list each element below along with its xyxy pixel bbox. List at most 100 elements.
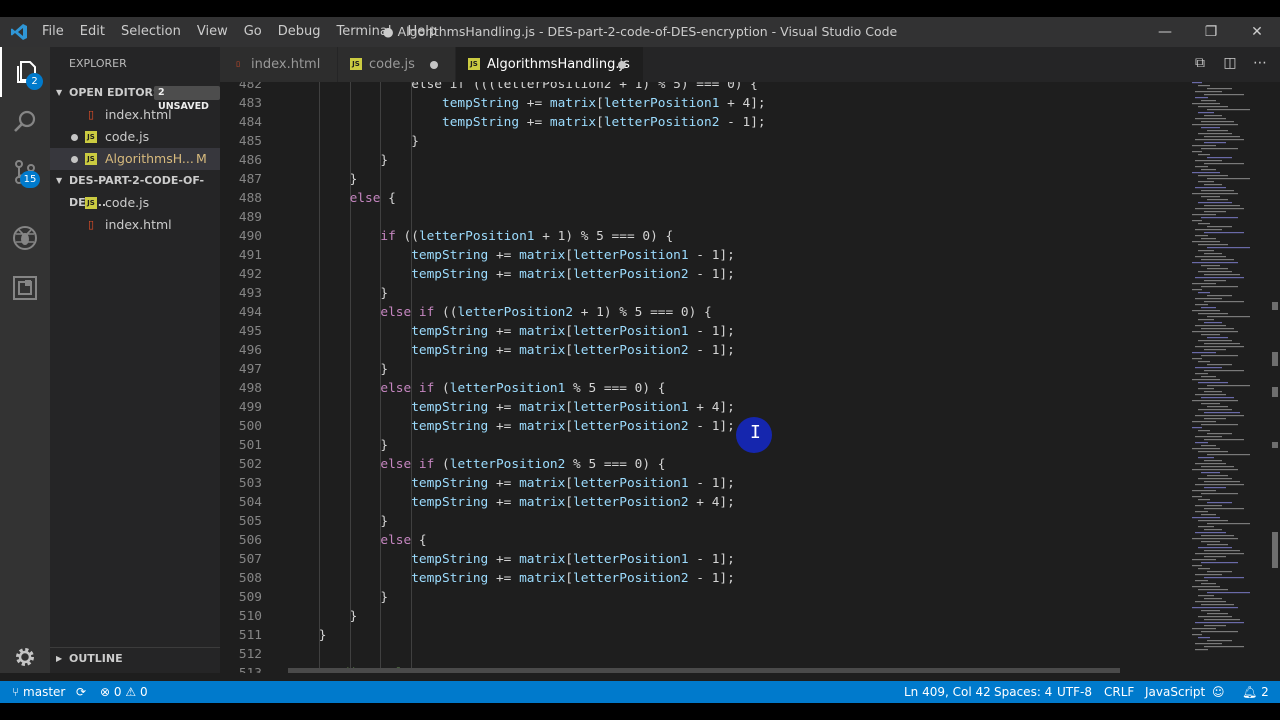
folder-section[interactable]: ▼ DES-PART-2-CODE-OF-DES... [50, 170, 220, 209]
restore-button[interactable]: ❐ [1188, 17, 1234, 47]
code-line[interactable]: tempString += matrix[letterPosition1 - 1… [411, 322, 735, 341]
minimap-line [1201, 472, 1220, 474]
horizontal-scrollbar[interactable] [288, 668, 1120, 673]
code-line[interactable]: tempString += matrix[letterPosition2 + 4… [411, 493, 735, 512]
folder-file-item[interactable]: ▯ index.html [50, 214, 220, 236]
menu-help[interactable]: Help [399, 17, 445, 47]
minimap-line [1192, 193, 1238, 195]
menu-file[interactable]: File [34, 17, 72, 47]
minimap-line [1192, 145, 1216, 147]
menu-view[interactable]: View [189, 17, 236, 47]
code-line[interactable]: else { [380, 531, 426, 550]
tab-algorithmshandling-js[interactable]: JS AlgorithmsHandling.js [456, 47, 644, 82]
code-line[interactable]: tempString += matrix[letterPosition2 - 1… [411, 569, 735, 588]
code-line[interactable]: } [380, 512, 388, 531]
editor-tabs: ⧉ ◫ ⋯ ▯ index.html JS code.js JS AlgorithmsHa… [220, 47, 1280, 82]
code-line[interactable]: } [380, 588, 388, 607]
code-line[interactable]: else if (((letterPosition2 + 1) % 5) ===… [411, 82, 758, 94]
menu-go[interactable]: Go [236, 17, 270, 47]
code-line[interactable]: } [380, 284, 388, 303]
more-actions-icon[interactable]: ⋯ [1250, 55, 1270, 71]
branch-status[interactable]: ⑂ master [12, 681, 65, 703]
code-line[interactable]: } [350, 607, 358, 626]
code-line[interactable]: } [380, 436, 388, 455]
minimap-line [1198, 382, 1228, 384]
gear-icon [16, 648, 34, 666]
unsaved-dot-icon[interactable] [430, 61, 438, 69]
unsaved-dot-icon[interactable] [71, 134, 78, 141]
tab-code-js[interactable]: JS code.js [338, 47, 456, 82]
notifications[interactable]: 🔔︎ 2 [1242, 681, 1269, 703]
feedback-smiley-icon[interactable]: ☺ [1212, 681, 1225, 703]
open-editor-item[interactable]: JS AlgorithmsH... M [50, 148, 220, 170]
open-changes-icon[interactable]: ⧉ [1190, 55, 1210, 71]
open-editor-item[interactable]: JS code.js [50, 126, 220, 148]
minimize-button[interactable]: — [1142, 17, 1188, 47]
open-editor-item[interactable]: ▯ index.html [50, 104, 220, 126]
unsaved-dot-icon[interactable] [618, 61, 626, 69]
unsaved-dot-icon[interactable] [71, 156, 78, 163]
code-line[interactable]: tempString += matrix[letterPosition2 - 1… [442, 113, 766, 132]
debug-activity[interactable] [0, 213, 50, 263]
folder-file-item[interactable]: JS code.js [50, 192, 220, 214]
line-ending[interactable]: CRLF [1104, 681, 1134, 703]
tab-index-html[interactable]: ▯ index.html [220, 47, 338, 82]
scm-badge: 15 [20, 171, 40, 188]
code-line[interactable]: else if ((letterPosition2 + 1) % 5 === 0… [380, 303, 711, 322]
menu-debug[interactable]: Debug [270, 17, 329, 47]
minimap-line [1204, 232, 1244, 234]
problems-status[interactable]: ⊗ 0 ⚠ 0 [100, 681, 148, 703]
code-line[interactable]: } [411, 132, 419, 151]
close-button[interactable]: ✕ [1234, 17, 1280, 47]
code-line[interactable]: else if (letterPosition2 % 5 === 0) { [380, 455, 665, 474]
code-line[interactable]: } [319, 626, 327, 645]
minimap-line [1204, 619, 1240, 621]
vertical-scrollbar[interactable] [1268, 82, 1280, 673]
indentation[interactable]: Spaces: 4 [994, 681, 1052, 703]
minimap[interactable] [1190, 82, 1270, 673]
minimap-line [1207, 247, 1250, 249]
code-token: += [488, 400, 520, 415]
minimap-line [1201, 424, 1238, 426]
outline-section[interactable]: ▶ OUTLINE [50, 647, 220, 669]
code-line[interactable]: tempString += matrix[letterPosition1 - 1… [411, 550, 735, 569]
extensions-activity[interactable] [0, 263, 50, 313]
code-line[interactable]: tempString += matrix[letterPosition2 - 1… [411, 265, 735, 284]
code-token: matrix [519, 476, 566, 491]
search-activity[interactable] [0, 97, 50, 147]
code-line[interactable]: } [350, 170, 358, 189]
branch-name: master [23, 685, 66, 699]
code-line[interactable]: if ((letterPosition1 + 1) % 5 === 0) { [380, 227, 673, 246]
cursor-position[interactable]: Ln 409, Col 42 [904, 681, 991, 703]
code-area[interactable]: 482 else if (((letterPosition2 + 1) % 5) … [220, 82, 1180, 673]
manage-activity[interactable] [0, 642, 50, 672]
code-line[interactable]: tempString += matrix[letterPosition1 - 1… [411, 246, 735, 265]
code-editor[interactable]: 482 else if (((letterPosition2 + 1) % 5) … [220, 82, 1280, 673]
menu-terminal[interactable]: Terminal [329, 17, 400, 47]
code-line[interactable]: tempString += matrix[letterPosition2 - 1… [411, 341, 735, 360]
code-token: - 1]; [688, 419, 735, 434]
source-control-activity[interactable]: 15 [0, 147, 50, 197]
sync-icon[interactable]: ⟳ [76, 681, 86, 703]
explorer-activity[interactable]: 2 [0, 47, 50, 97]
code-line[interactable]: tempString += matrix[letterPosition2 - 1… [411, 417, 735, 436]
code-line[interactable]: } [380, 360, 388, 379]
menu-edit[interactable]: Edit [72, 17, 113, 47]
language-mode[interactable]: JavaScript [1145, 681, 1205, 703]
minimap-line [1198, 250, 1214, 252]
minimap-line [1201, 631, 1238, 633]
code-line[interactable]: else if (letterPosition1 % 5 === 0) { [380, 379, 665, 398]
code-line[interactable]: else { [350, 189, 396, 208]
code-line[interactable]: tempString += matrix[letterPosition1 + 4… [411, 398, 735, 417]
minimap-line [1207, 523, 1250, 525]
open-editors-section[interactable]: ▼ OPEN EDITORS 2 UNSAVED [50, 82, 220, 112]
line-number: 511 [238, 628, 262, 643]
code-token: tempString [411, 571, 489, 586]
menu-selection[interactable]: Selection [113, 17, 189, 47]
encoding[interactable]: UTF-8 [1057, 681, 1092, 703]
split-editor-icon[interactable]: ◫ [1220, 55, 1240, 71]
code-line[interactable]: tempString += matrix[letterPosition1 + 4… [442, 94, 766, 113]
code-line[interactable]: tempString += matrix[letterPosition1 - 1… [411, 474, 735, 493]
git-status-badge: M [196, 151, 207, 166]
code-line[interactable]: } [380, 151, 388, 170]
